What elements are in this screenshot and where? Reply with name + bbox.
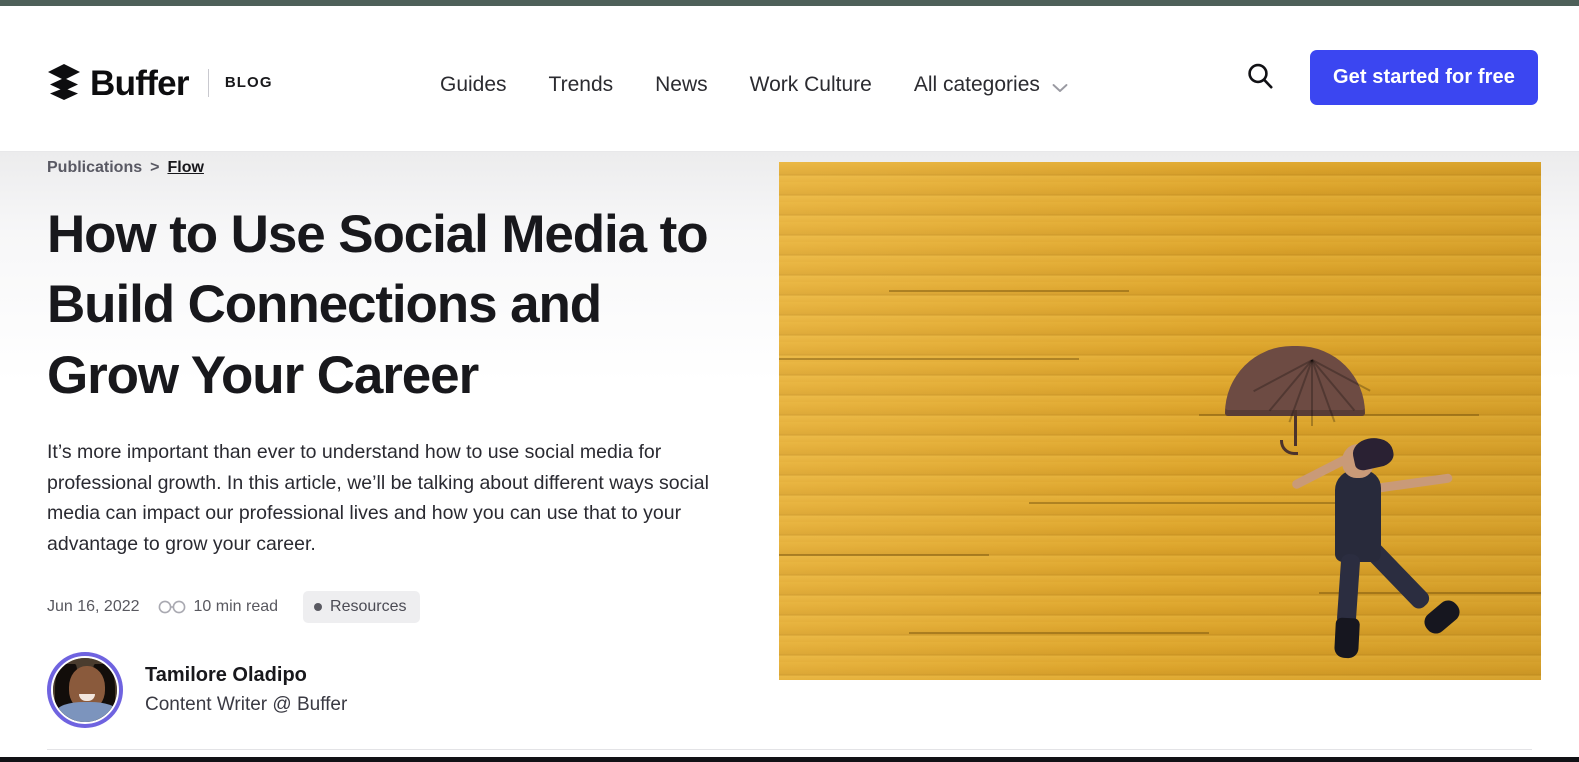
- site-header: Buffer BLOG Guides Trends News Work Cult…: [0, 6, 1579, 152]
- avatar[interactable]: [47, 652, 123, 729]
- brand-logo-link[interactable]: Buffer BLOG: [47, 58, 273, 106]
- get-started-button[interactable]: Get started for free: [1309, 50, 1538, 105]
- main-navigation: Guides Trends News Work Culture All cate…: [440, 64, 1082, 105]
- chevron-down-icon: [1052, 80, 1068, 92]
- read-time: 10 min read: [158, 598, 279, 616]
- tag-dot-icon: [314, 603, 323, 612]
- breadcrumb: Publications > Flow: [47, 159, 737, 177]
- category-tag-resources[interactable]: Resources: [303, 591, 420, 624]
- avatar-image: [51, 656, 119, 725]
- nav-item-trends[interactable]: Trends: [528, 64, 635, 105]
- viewport-bottom-bar: [0, 757, 1579, 762]
- hero-text-column: Publications > Flow How to Use Social Me…: [47, 152, 737, 729]
- tag-label: Resources: [330, 598, 407, 616]
- author-role: Content Writer @ Buffer: [145, 693, 348, 715]
- nav-item-news[interactable]: News: [634, 64, 729, 105]
- search-button[interactable]: [1237, 55, 1283, 101]
- publish-date: Jun 16, 2022: [47, 598, 140, 616]
- breadcrumb-item-flow[interactable]: Flow: [167, 159, 203, 177]
- brand-subtitle: BLOG: [224, 73, 273, 91]
- hero-image: [779, 162, 1541, 680]
- umbrella-icon: [1225, 346, 1371, 426]
- header-actions: Get started for free: [1237, 50, 1538, 105]
- person-with-umbrella: [1209, 332, 1509, 662]
- breadcrumb-separator: >: [150, 159, 160, 176]
- page-title: How to Use Social Media to Build Connect…: [47, 205, 709, 405]
- read-time-label: 10 min read: [193, 598, 279, 616]
- brand-name: Buffer: [90, 63, 190, 103]
- nav-item-guides[interactable]: Guides: [440, 64, 528, 105]
- article-description: It’s more important than ever to underst…: [47, 441, 709, 555]
- article-meta-row: Jun 16, 2022 10 min read Resources: [47, 591, 737, 624]
- author-info: Tamilore Oladipo Content Writer @ Buffer: [145, 662, 347, 719]
- buffer-stacked-layers-icon: [47, 63, 81, 101]
- author-name: Tamilore Oladipo: [145, 663, 307, 686]
- nav-item-all-categories[interactable]: All categories: [893, 65, 1082, 105]
- brand-divider: [207, 69, 209, 97]
- glasses-icon: [158, 600, 186, 614]
- search-icon: [1245, 61, 1275, 94]
- author-block: Tamilore Oladipo Content Writer @ Buffer: [47, 652, 737, 729]
- article-hero-section: Publications > Flow How to Use Social Me…: [0, 152, 1579, 740]
- breadcrumb-item-publications[interactable]: Publications: [47, 159, 142, 177]
- section-divider: [47, 749, 1532, 750]
- page-root: Buffer BLOG Guides Trends News Work Cult…: [0, 0, 1579, 762]
- nav-item-work-culture[interactable]: Work Culture: [729, 64, 893, 105]
- all-categories-label: All categories: [913, 72, 1040, 96]
